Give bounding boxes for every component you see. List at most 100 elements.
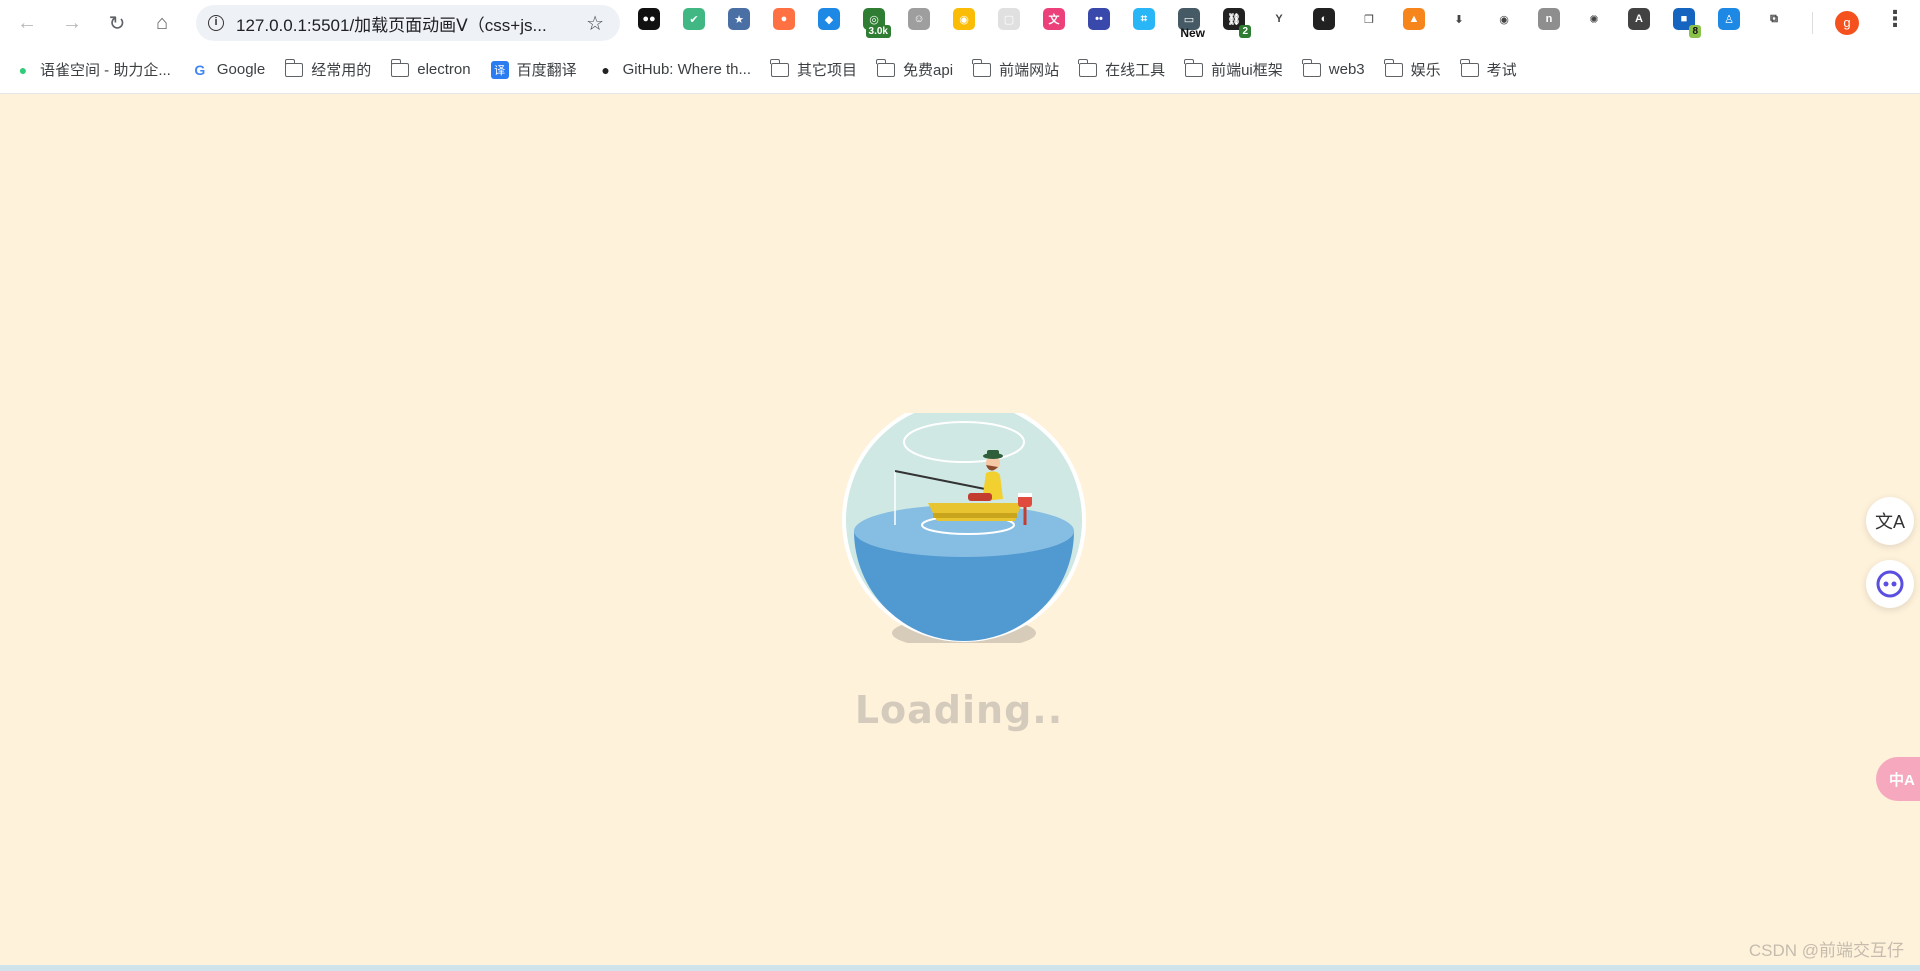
bookmarks-bar: ● 语雀空间 - 助力企... G Google 经常用的 electron 译百度翻译 ● G… <box>0 46 1920 94</box>
back-arrow-icon[interactable]: ← <box>5 0 49 46</box>
extension-glyph: ◉ <box>959 13 969 26</box>
extensions-bar: ●● ✔ ★ ● ◆ ◎ 3.0k ☺ ◉ ▢ 文 •• ⌗ ▭ New ⛓ 2 Y ◐ ❐ ▲ ⬇ ◉ n ✺ A ■ 8 ♙ ⧉ <box>638 8 1808 40</box>
bookmark-item[interactable]: 在线工具 <box>1078 58 1165 80</box>
bookmark-star-icon[interactable]: ☆ <box>586 11 604 36</box>
ext-chrome-color-icon[interactable]: ◉ <box>953 8 975 30</box>
bookmark-item[interactable]: G Google <box>191 61 265 79</box>
bookmark-label: 娱乐 <box>1410 62 1441 79</box>
ext-copy-icon[interactable]: ❐ <box>1358 8 1380 30</box>
folder-icon <box>390 58 410 79</box>
translate-floating-tab[interactable]: 中A <box>1876 757 1920 801</box>
extension-glyph: •• <box>1095 13 1103 25</box>
extension-glyph: ✺ <box>1589 13 1599 26</box>
ext-link-icon[interactable]: ⛓ 2 <box>1223 8 1251 38</box>
ext-star-icon[interactable]: ★ <box>728 8 750 30</box>
translate-side-button[interactable]: 文A <box>1866 497 1914 545</box>
bookmark-item[interactable]: 经常用的 <box>284 58 371 80</box>
extension-glyph: ⧉ <box>1770 12 1778 25</box>
ext-blue-square-icon[interactable]: ■ 8 <box>1673 8 1701 38</box>
folder-icon <box>770 58 790 79</box>
bookmark-label: 前端网站 <box>999 62 1060 79</box>
bookmark-label: 百度翻译 <box>516 62 577 79</box>
bookmark-label: 前端ui框架 <box>1211 62 1283 79</box>
extension-glyph: ■ <box>1680 13 1688 25</box>
yuque-icon: ● <box>18 61 28 78</box>
browser-menu-icon[interactable]: ⋮ <box>1884 6 1906 32</box>
ext-monica-icon[interactable]: •• <box>1088 8 1110 30</box>
extension-glyph: ◉ <box>1499 13 1509 26</box>
extension-glyph: A <box>1635 13 1643 25</box>
ext-vue-devtools-icon[interactable]: ✔ <box>683 8 705 30</box>
ext-a-icon[interactable]: A <box>1628 8 1650 30</box>
bookmark-item[interactable]: electron <box>390 58 471 79</box>
fisherman-hat-top <box>987 450 999 456</box>
ext-color-wheel-icon[interactable]: ◐ <box>1313 8 1335 30</box>
ext-orange-icon[interactable]: ● <box>773 8 795 30</box>
extension-badge: 2 <box>1239 25 1251 38</box>
reload-icon[interactable]: ↻ <box>95 0 139 46</box>
ext-download-icon[interactable]: ⬇ <box>1448 8 1470 30</box>
ext-n-icon[interactable]: n <box>1538 8 1560 30</box>
bookmark-item[interactable]: 免费api <box>876 58 953 80</box>
ext-counter-icon[interactable]: ◎ 3.0k <box>863 8 891 38</box>
bookmark-label: Google <box>216 61 266 78</box>
ext-eye-icon[interactable]: ◉ <box>1493 8 1515 30</box>
boat-hull <box>928 503 1022 521</box>
extension-glyph: ♙ <box>1724 13 1734 26</box>
ext-new-icon[interactable]: ▭ New <box>1178 8 1205 40</box>
bookmark-item[interactable]: 其它项目 <box>770 58 857 80</box>
ext-cat-icon[interactable]: ☺ <box>908 8 930 30</box>
extension-badge: 8 <box>1689 25 1701 38</box>
boat-stripe <box>933 513 1017 518</box>
site-info-icon[interactable]: i <box>196 5 236 41</box>
translate-icon: 文A <box>1874 512 1905 532</box>
folder-icon <box>284 58 304 79</box>
ext-blank-icon[interactable]: ▢ <box>998 8 1020 30</box>
extension-glyph: ◆ <box>824 13 834 26</box>
bookmark-item[interactable]: 前端网站 <box>972 58 1060 80</box>
extension-glyph: ▲ <box>1408 13 1420 25</box>
home-icon[interactable]: ⌂ <box>140 0 184 46</box>
forward-arrow-icon[interactable]: → <box>50 0 94 46</box>
ext-person-icon[interactable]: ♙ <box>1718 8 1740 30</box>
boat-motor-cap <box>1018 493 1032 497</box>
ext-people-icon[interactable]: ✺ <box>1583 8 1605 30</box>
extension-glyph: ▭ <box>1183 13 1195 26</box>
ext-puzzle-icon[interactable]: ⧉ <box>1763 8 1785 30</box>
ext-translate-pink-icon[interactable]: 文 <box>1043 8 1065 30</box>
folder-icon <box>1459 58 1479 79</box>
extension-glyph: ✔ <box>689 13 699 26</box>
folder-icon <box>972 58 992 79</box>
extension-glyph: ☺ <box>913 13 925 25</box>
google-icon: G <box>194 61 206 78</box>
bookmark-item[interactable]: ● 语雀空间 - 助力企... <box>14 59 171 80</box>
assistant-side-button[interactable] <box>1866 560 1914 608</box>
ext-metamask-icon[interactable]: ▲ <box>1403 8 1425 30</box>
bookmark-label: web3 <box>1328 61 1365 78</box>
bookmark-item[interactable]: 前端ui框架 <box>1184 58 1283 80</box>
extension-glyph: Y <box>1275 13 1283 25</box>
csdn-watermark: CSDN @前端交互仔 <box>1748 941 1904 960</box>
extension-glyph: ❐ <box>1364 13 1374 26</box>
profile-avatar[interactable]: g <box>1835 11 1859 35</box>
extension-badge: 3.0k <box>865 25 891 38</box>
github-icon: ● <box>601 61 610 78</box>
ext-y-icon[interactable]: Y <box>1268 8 1290 30</box>
extension-glyph: ●● <box>642 13 656 25</box>
extension-glyph: ● <box>780 13 788 25</box>
address-bar[interactable]: i 127.0.0.1:5501/加载页面动画Ⅴ（css+js... ☆ <box>196 5 620 41</box>
ext-shield-icon[interactable]: ◆ <box>818 8 840 30</box>
monica-assistant-icon <box>1876 570 1904 598</box>
ext-ghost-icon[interactable]: ●● <box>638 8 660 30</box>
bookmark-item[interactable]: web3 <box>1302 58 1365 79</box>
bookmark-item[interactable]: ● GitHub: Where th... <box>597 61 751 79</box>
loading-page: Loading.. 文A 中A CSDN @前端交互仔 <box>0 95 1920 965</box>
bookmark-item[interactable]: 娱乐 <box>1383 58 1441 80</box>
bookmark-label: 语雀空间 - 助力企... <box>40 62 171 79</box>
address-url[interactable]: 127.0.0.1:5501/加载页面动画Ⅴ（css+js... <box>236 11 576 36</box>
bookmark-item[interactable]: 译百度翻译 <box>490 59 577 80</box>
folder-icon <box>1302 58 1321 79</box>
loading-text: Loading.. <box>854 688 1064 732</box>
bookmark-item[interactable]: 考试 <box>1459 58 1517 80</box>
ext-screenshot-icon[interactable]: ⌗ <box>1133 8 1155 30</box>
